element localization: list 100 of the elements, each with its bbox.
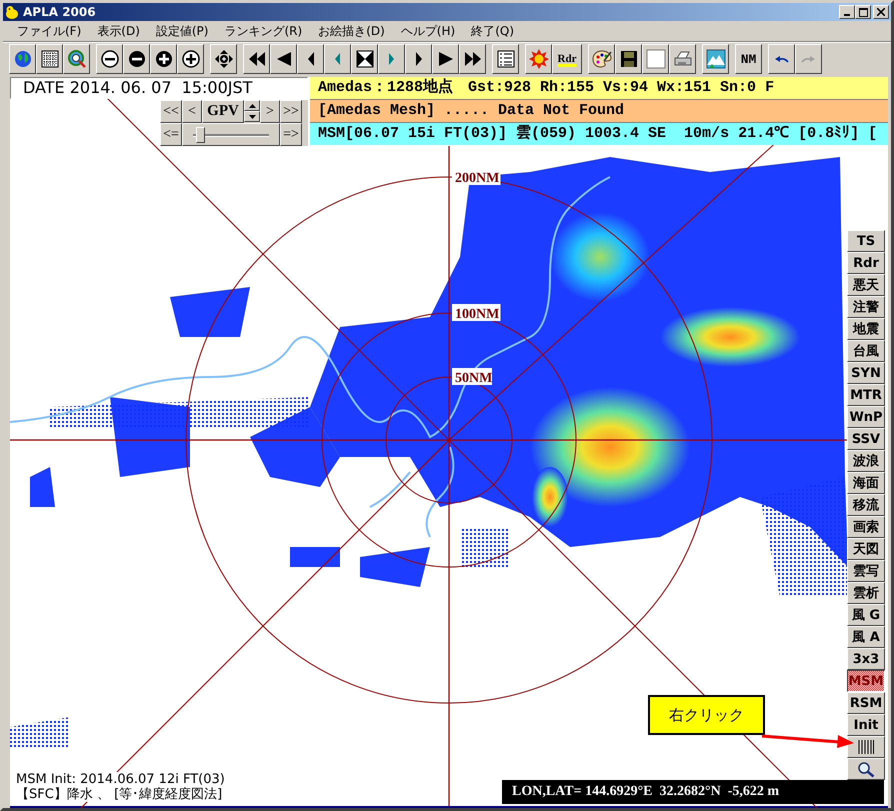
triangle-left-button[interactable] <box>297 44 324 74</box>
info-strip: [Amedas Mesh] ..... Data Not Found <box>310 100 888 122</box>
date-display: DATE 2014. 06. 07 15:00JST <box>10 77 308 99</box>
layer-button[interactable]: 悪天 <box>847 274 885 296</box>
hourglass-icon <box>354 49 374 69</box>
bars-button[interactable] <box>847 736 885 758</box>
minimize-button[interactable] <box>839 5 855 19</box>
undo-icon <box>774 54 789 64</box>
ring-label: 100NM <box>452 304 500 322</box>
plus-button[interactable] <box>150 44 177 74</box>
layer-button[interactable]: 波浪 <box>847 450 885 472</box>
menu-item[interactable]: ヘルプ(H) <box>392 22 464 40</box>
layer-button[interactable]: WnP <box>847 406 885 428</box>
triangle-right-icon <box>416 52 422 66</box>
layer-button[interactable]: 雲写 <box>847 560 885 582</box>
minus-button[interactable] <box>123 44 150 74</box>
step-back-button[interactable]: <= <box>160 123 182 146</box>
maximize-icon <box>858 8 868 16</box>
ring-label: 50NM <box>452 368 492 386</box>
grid-button[interactable] <box>36 44 63 74</box>
triangle-right-button[interactable] <box>432 44 459 74</box>
blank-page-button[interactable] <box>642 44 669 74</box>
globe-search-icon <box>66 49 86 69</box>
plus-button[interactable] <box>177 44 204 74</box>
layer-button[interactable]: 雲析 <box>847 582 885 604</box>
gpv-button[interactable]: GPV <box>202 100 244 123</box>
layer-button[interactable]: RSM <box>847 692 885 714</box>
first-button[interactable]: << <box>160 100 182 123</box>
sun-button[interactable] <box>525 44 552 74</box>
menu-item[interactable]: 設定値(P) <box>148 22 216 40</box>
list-icon <box>496 49 516 69</box>
move-icon <box>214 49 234 69</box>
bars-icon <box>858 740 874 754</box>
layer-button[interactable]: 台風 <box>847 340 885 362</box>
layer-button[interactable]: MTR <box>847 384 885 406</box>
double-triangle-left-button[interactable] <box>243 44 270 74</box>
last-button[interactable]: >> <box>280 100 302 123</box>
previous-button[interactable]: < <box>182 100 202 123</box>
layer-button[interactable]: MSM <box>847 670 885 692</box>
minus-button[interactable] <box>96 44 123 74</box>
mountain-picture-button[interactable] <box>702 44 729 74</box>
layer-button[interactable]: 地震 <box>847 318 885 340</box>
layer-button[interactable]: 移流 <box>847 494 885 516</box>
globe-search-button[interactable] <box>63 44 90 74</box>
layer-button[interactable]: 3x3 <box>847 648 885 670</box>
layer-button[interactable]: SSV <box>847 428 885 450</box>
info-strip: Amedas：1288地点 Gst:928 Rh:155 Vs:94 Wx:151 Sn:0 F <box>310 77 888 99</box>
info-strip: MSM[06.07 15i FT(03)] 雲(059) 1003.4 SE 10m/s 21.4℃ [0.8ﾐﾘ] [ <box>310 123 888 145</box>
close-icon <box>877 8 885 16</box>
undo-button[interactable] <box>768 44 795 74</box>
triangle-left-icon <box>335 53 340 65</box>
menu-item[interactable]: 終了(Q) <box>463 22 522 40</box>
layer-button[interactable]: 注警 <box>847 296 885 318</box>
time-slider[interactable] <box>182 123 280 146</box>
search-button[interactable] <box>847 758 885 780</box>
nm-button[interactable]: NM <box>735 44 762 74</box>
layer-button[interactable]: 天図 <box>847 538 885 560</box>
globe-button[interactable] <box>9 44 36 74</box>
menu-item[interactable]: ランキング(R) <box>216 22 310 40</box>
minus-icon <box>126 49 146 69</box>
map-caption: MSM Init: 2014.06.07 12i FT(03) <box>16 772 225 787</box>
spin-down-button[interactable] <box>244 111 260 122</box>
triangle-left-button[interactable] <box>270 44 297 74</box>
search-icon <box>857 760 875 778</box>
layer-button[interactable]: TS <box>847 230 885 252</box>
layer-button[interactable]: 海面 <box>847 472 885 494</box>
layer-button[interactable]: Rdr <box>847 252 885 274</box>
step-forward-button[interactable]: => <box>280 123 302 146</box>
radar-button[interactable]: Rdr <box>552 44 582 74</box>
list-button[interactable] <box>492 44 519 74</box>
triangle-left-button[interactable] <box>324 44 351 74</box>
layer-button[interactable]: SYN <box>847 362 885 384</box>
double-triangle-right-button[interactable] <box>459 44 486 74</box>
down-caret-icon <box>248 114 256 118</box>
printer-button[interactable] <box>669 44 696 74</box>
layer-button[interactable]: 画索 <box>847 516 885 538</box>
up-caret-icon <box>248 104 256 108</box>
palette-icon <box>592 49 612 69</box>
menu-item[interactable]: お絵描き(D) <box>310 22 393 40</box>
menu-item[interactable]: ファイル(F) <box>9 22 90 40</box>
triangle-right-button[interactable] <box>378 44 405 74</box>
slider-thumb[interactable] <box>196 127 205 143</box>
layer-button[interactable]: 風 A <box>847 626 885 648</box>
double-triangle-left-icon <box>246 49 266 69</box>
blank-page-icon <box>646 49 666 69</box>
layer-button[interactable]: Init <box>847 714 885 736</box>
menu-item[interactable]: 表示(D) <box>89 22 148 40</box>
save-icon <box>618 49 638 69</box>
next-button[interactable]: > <box>260 100 280 123</box>
save-button[interactable] <box>615 44 642 74</box>
plus-icon <box>154 49 174 69</box>
chick-icon <box>5 5 19 19</box>
spin-up-button[interactable] <box>244 100 260 111</box>
move-button[interactable] <box>210 44 237 74</box>
triangle-right-button[interactable] <box>405 44 432 74</box>
maximize-button[interactable] <box>855 5 871 19</box>
layer-button[interactable]: 風 G <box>847 604 885 626</box>
hourglass-button[interactable] <box>351 44 378 74</box>
palette-button[interactable] <box>588 44 615 74</box>
close-button[interactable] <box>873 5 889 19</box>
